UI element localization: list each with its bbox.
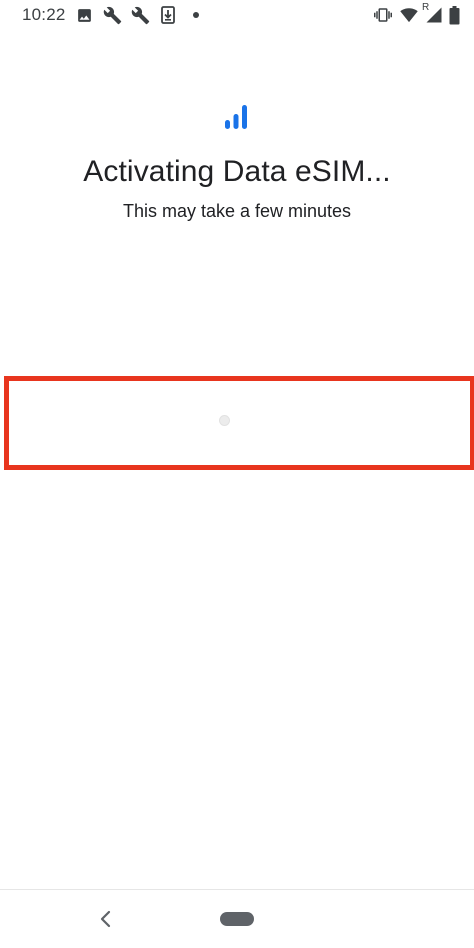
page-title: Activating Data eSIM... xyxy=(83,155,391,188)
dot-icon xyxy=(186,5,206,25)
wrench-icon xyxy=(130,5,150,25)
home-pill-icon[interactable] xyxy=(220,912,254,926)
signal-icon: R xyxy=(422,2,443,25)
vibrate-icon xyxy=(373,5,393,25)
highlight-box xyxy=(4,376,474,470)
wifi-icon xyxy=(399,5,419,25)
page-subtitle: This may take a few minutes xyxy=(122,201,352,221)
back-chevron-icon[interactable] xyxy=(96,908,114,930)
status-system-icons: R xyxy=(373,2,460,25)
screen: 10:22 R Activating Data eSIM... This may… xyxy=(0,0,474,948)
roaming-label: R xyxy=(422,2,430,13)
download-icon xyxy=(158,5,178,25)
nav-bar xyxy=(0,890,474,948)
status-time: 10:22 xyxy=(22,5,66,24)
signal-bars-icon xyxy=(224,102,252,130)
loading-spinner-icon xyxy=(219,415,230,426)
status-bar: 10:22 R xyxy=(0,0,474,30)
battery-icon xyxy=(449,5,460,25)
image-icon xyxy=(74,5,94,25)
wrench-icon xyxy=(102,5,122,25)
status-notification-icons xyxy=(74,5,206,25)
